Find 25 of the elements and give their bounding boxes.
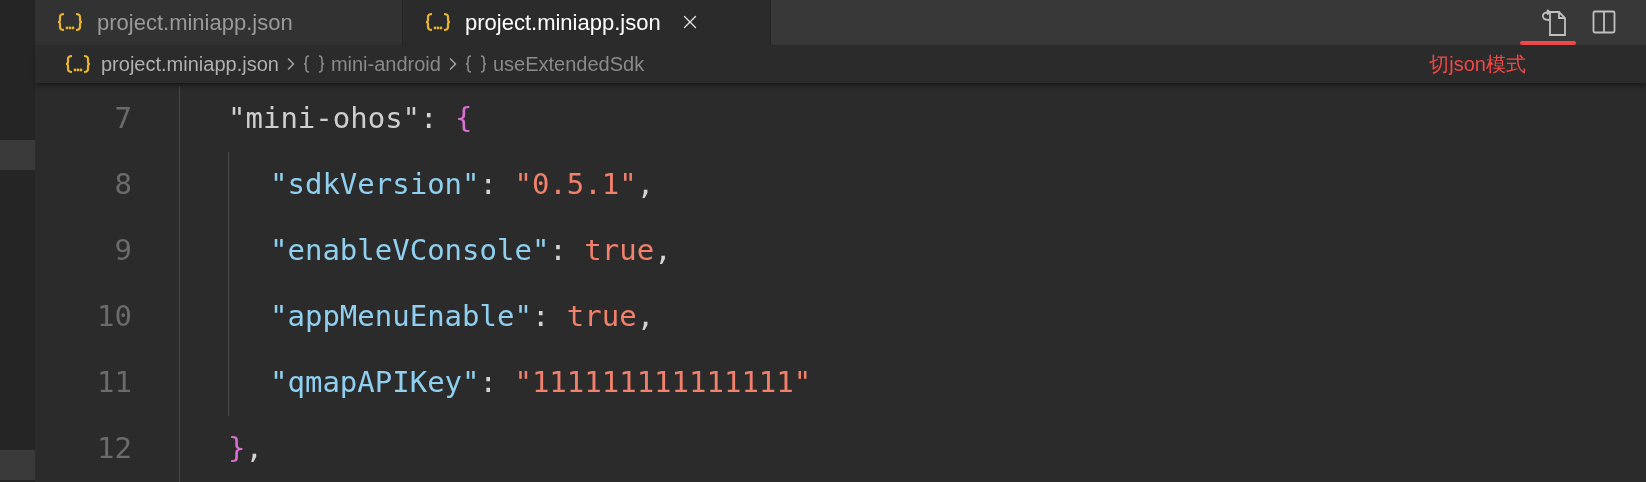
braces-icon (464, 53, 487, 74)
code-line: }, (228, 430, 263, 468)
json-file-icon (65, 53, 91, 74)
code-line: "sdkVersion": "0.5.1", (270, 166, 655, 204)
line-number: 7 (113, 100, 132, 138)
json-file-icon (425, 12, 451, 33)
line-number: 12 (96, 430, 132, 468)
breadcrumb-item[interactable]: useExtendedSdk (492, 48, 645, 79)
breadcrumb-item[interactable]: project.miniapp.json (101, 48, 279, 79)
split-editor-icon[interactable] (1592, 10, 1616, 35)
breadcrumb-item[interactable]: mini-android (330, 48, 441, 79)
line-number: 8 (113, 166, 132, 204)
editor-tab[interactable]: project.miniapp.json (35, 0, 403, 45)
annotation-text: 切json模式 (1429, 51, 1526, 77)
line-number: 9 (113, 232, 132, 270)
json-file-icon (57, 12, 83, 33)
code-line: "qmapAPIKey": "111111111111111" (270, 364, 812, 402)
code-line: "appMenuEnable": true, (270, 298, 655, 336)
braces-icon (302, 53, 325, 74)
code-line: "enableVConsole": true, (270, 232, 672, 270)
line-number: 11 (96, 364, 132, 402)
editor-tab[interactable]: project.miniapp.json (403, 0, 771, 45)
line-number: 10 (96, 298, 132, 336)
code-line: "mini-ohos": { (228, 100, 473, 138)
underline-mark (1520, 41, 1576, 46)
